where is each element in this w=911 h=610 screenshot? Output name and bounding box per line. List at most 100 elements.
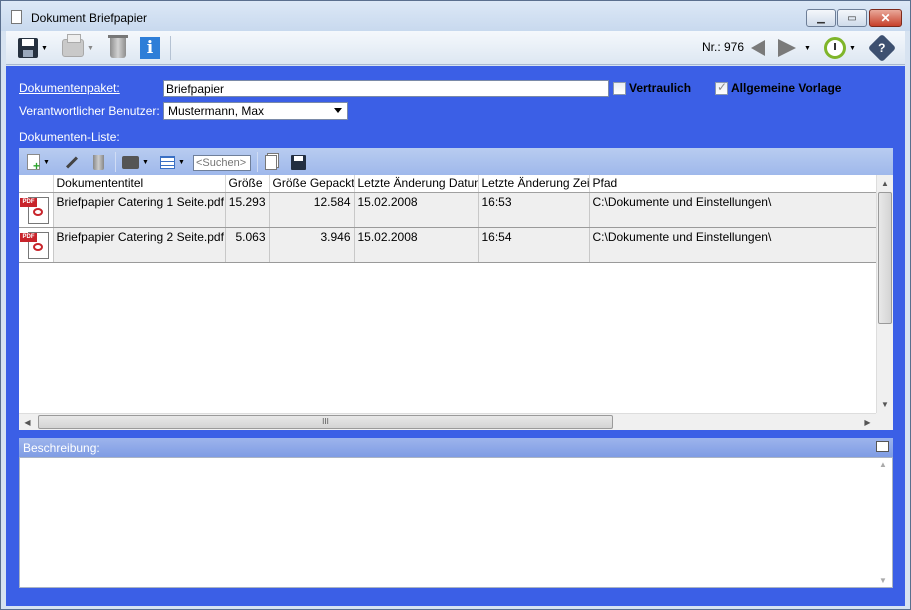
vertical-scroll-thumb[interactable] — [878, 192, 892, 324]
column-header-datum[interactable]: Letzte Änderung Datum — [354, 175, 479, 193]
print-icon — [122, 155, 139, 169]
maximize-icon: ▭ — [847, 12, 857, 24]
next-button[interactable]: ▼ — [778, 36, 811, 60]
toolbar-divider — [115, 152, 116, 172]
dokumentenpaket-input[interactable]: Briefpapier — [163, 80, 609, 97]
cell-gepackt[interactable]: 3.946 — [269, 227, 355, 263]
cell-titel[interactable]: Briefpapier Catering 2 Seite.pdf — [53, 227, 226, 263]
save-list-button[interactable] — [291, 152, 306, 172]
beschreibung-textarea[interactable]: ▲ ▼ — [19, 457, 893, 588]
print-list-button[interactable]: ▼ — [122, 152, 149, 172]
table-row[interactable]: PDF Briefpapier Catering 2 Seite.pdf 5.0… — [19, 227, 877, 263]
delete-document-button[interactable] — [93, 152, 104, 172]
chevron-down-icon[interactable]: ▼ — [178, 159, 185, 166]
verantwortlicher-value: Mustermann, Max — [168, 104, 265, 118]
zoom-icon[interactable] — [876, 441, 889, 452]
column-header-zeit[interactable]: Letzte Änderung Zeit — [478, 175, 590, 193]
column-header-groesse[interactable]: Größe — [225, 175, 270, 193]
close-button[interactable]: ✕ — [869, 9, 902, 27]
save-button[interactable]: ▼ — [18, 36, 48, 60]
dokumentenpaket-link[interactable]: Dokumentenpaket: — [19, 81, 120, 95]
scroll-right-icon[interactable]: ▶ — [859, 414, 876, 430]
dokumenten-liste-label: Dokumenten-Liste: — [19, 130, 120, 144]
scroll-down-icon[interactable]: ▼ — [877, 396, 893, 413]
timer-icon — [824, 37, 846, 59]
horizontal-scrollbar[interactable]: ◀ III ▶ — [19, 413, 876, 430]
save-icon — [291, 154, 306, 170]
cell-pfad[interactable]: C:\Dokumente und Einstellungen\ — [589, 192, 877, 228]
minimize-button[interactable]: ▁ — [806, 9, 836, 27]
cell-zeit[interactable]: 16:54 — [478, 227, 590, 263]
window-title: Dokument Briefpapier — [31, 11, 148, 25]
save-icon — [18, 38, 38, 58]
toolbar-divider — [257, 152, 258, 172]
scroll-down-icon[interactable]: ▼ — [879, 576, 887, 585]
cell-datum[interactable]: 15.02.2008 — [354, 227, 479, 263]
copy-button[interactable] — [265, 152, 277, 172]
vertraulich-label: Vertraulich — [629, 81, 692, 95]
verantwortlicher-label: Verantwortlicher Benutzer: — [19, 104, 160, 118]
chevron-down-icon[interactable]: ▼ — [43, 159, 50, 166]
vertraulich-checkbox[interactable] — [613, 82, 626, 95]
cell-titel[interactable]: Briefpapier Catering 1 Seite.pdf — [53, 192, 226, 228]
info-button[interactable]: i — [140, 36, 160, 60]
delete-button[interactable] — [108, 35, 128, 60]
chevron-down-icon[interactable]: ▼ — [41, 45, 48, 52]
copy-icon — [265, 154, 277, 170]
search-input[interactable] — [193, 155, 251, 171]
column-header-groesse-gepackt[interactable]: Größe Gepackt — [269, 175, 355, 193]
arrow-right-icon — [778, 39, 796, 57]
print-button[interactable]: ▼ — [62, 34, 94, 60]
table-header-row: Dokumententitel Größe Größe Gepackt Letz… — [19, 175, 877, 193]
delete-icon — [93, 154, 104, 170]
document-window: Dokument Briefpapier ▁ ▭ ✕ ▼ ▼ i Nr.: 97… — [0, 0, 911, 610]
edit-icon — [65, 155, 79, 169]
cell-groesse[interactable]: 15.293 — [225, 192, 270, 228]
help-icon: ? — [867, 33, 897, 63]
cell-gepackt[interactable]: 12.584 — [269, 192, 355, 228]
beschreibung-label: Beschreibung: — [23, 441, 100, 455]
edit-button[interactable] — [65, 152, 79, 172]
info-icon: i — [140, 37, 160, 59]
beschreibung-scrollbar[interactable]: ▲ ▼ — [876, 458, 892, 587]
help-button[interactable]: ? — [867, 33, 897, 63]
trash-icon — [108, 35, 128, 58]
horizontal-scroll-thumb[interactable]: III — [38, 415, 613, 429]
scroll-up-icon[interactable]: ▲ — [877, 175, 893, 192]
cell-groesse[interactable]: 5.063 — [225, 227, 270, 263]
document-table: Dokumententitel Größe Größe Gepackt Letz… — [19, 175, 893, 430]
pdf-file-icon: PDF — [20, 195, 50, 225]
beschreibung-header: Beschreibung: — [19, 438, 893, 457]
table-row[interactable]: PDF Briefpapier Catering 1 Seite.pdf 15.… — [19, 192, 877, 228]
column-header-dokumententitel[interactable]: Dokumententitel — [53, 175, 226, 193]
new-document-button[interactable]: ▼ — [27, 152, 50, 173]
chevron-down-icon[interactable]: ▼ — [849, 45, 856, 52]
minimize-icon: ▁ — [817, 12, 825, 24]
view-grid-icon — [160, 155, 175, 169]
cell-zeit[interactable]: 16:53 — [478, 192, 590, 228]
close-icon: ✕ — [880, 11, 891, 25]
allgemeine-vorlage-checkbox[interactable] — [715, 80, 728, 95]
column-header-icon[interactable] — [19, 175, 54, 193]
file-type-cell: PDF — [19, 227, 54, 263]
view-button[interactable]: ▼ — [160, 152, 185, 172]
record-number: Nr.: 976 — [702, 40, 745, 54]
scroll-left-icon[interactable]: ◀ — [19, 414, 36, 430]
timer-button[interactable]: ▼ — [824, 36, 856, 60]
chevron-down-icon[interactable]: ▼ — [142, 159, 149, 166]
previous-button[interactable] — [751, 36, 765, 60]
pdf-badge: PDF — [20, 232, 37, 242]
chevron-down-icon[interactable]: ▼ — [804, 45, 811, 52]
title-bar: Dokument Briefpapier ▁ ▭ ✕ — [1, 1, 910, 31]
verantwortlicher-select[interactable]: Mustermann, Max — [163, 102, 348, 120]
vertical-scrollbar[interactable]: ▲ ▼ — [876, 175, 893, 413]
column-header-pfad[interactable]: Pfad — [589, 175, 877, 193]
allgemeine-vorlage-label: Allgemeine Vorlage — [731, 81, 842, 95]
chevron-down-icon[interactable]: ▼ — [87, 45, 94, 52]
maximize-button[interactable]: ▭ — [837, 9, 867, 27]
cell-pfad[interactable]: C:\Dokumente und Einstellungen\ — [589, 227, 877, 263]
scroll-up-icon[interactable]: ▲ — [879, 460, 887, 469]
cell-datum[interactable]: 15.02.2008 — [354, 192, 479, 228]
list-toolbar: ▼ ▼ ▼ — [19, 148, 893, 175]
print-icon — [62, 34, 84, 57]
